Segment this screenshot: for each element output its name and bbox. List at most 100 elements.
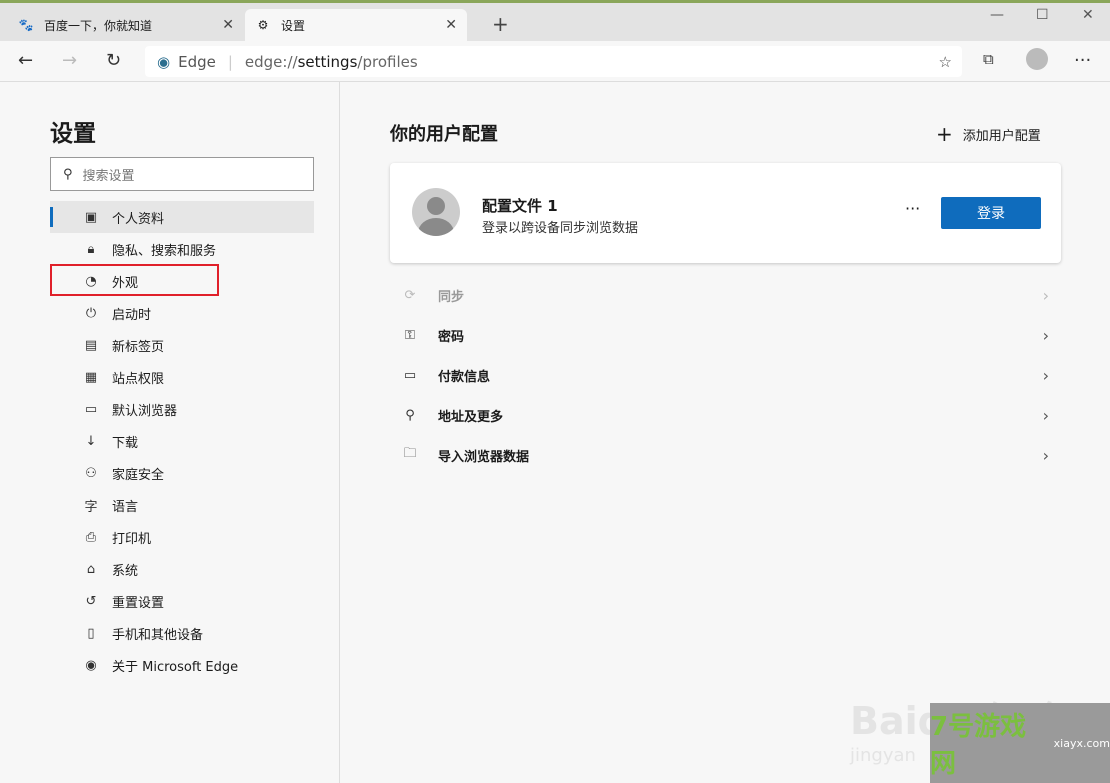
forward-button[interactable]: → <box>62 50 77 71</box>
search-icon: ⚲ <box>63 166 73 182</box>
site-permissions-icon: ▦ <box>84 369 98 385</box>
row-label: 付款信息 <box>438 369 491 385</box>
reset-icon: ↺ <box>85 593 97 609</box>
page-title: 你的用户配置 <box>390 124 498 145</box>
address-bar[interactable]: ◉ Edge | edge://settings/profiles ☆ <box>145 46 962 77</box>
printer-icon: ⎙ <box>85 529 97 545</box>
profile-name: 配置文件 1 <box>482 197 558 215</box>
search-settings-input[interactable]: ⚲ 搜索设置 <box>50 157 314 191</box>
profile-subtitle: 登录以跨设备同步浏览数据 <box>482 221 639 236</box>
close-window-button[interactable]: ✕ <box>1082 7 1094 23</box>
url-host: settings <box>297 52 358 71</box>
highlight-box <box>50 264 219 296</box>
favorite-star-icon[interactable]: ☆ <box>939 53 952 71</box>
card-icon: ▭ <box>403 367 417 383</box>
add-profile-button[interactable]: + 添加用户配置 <box>936 122 1041 146</box>
chevron-right-icon: › <box>1042 365 1049 385</box>
nav-label: 新标签页 <box>112 339 165 355</box>
row-addresses[interactable]: ⚲ 地址及更多 › <box>390 395 1061 435</box>
nav-label: 手机和其他设备 <box>112 627 204 643</box>
nav-label: 个人资料 <box>112 211 165 227</box>
sidebar-item-phone[interactable]: ▯ 手机和其他设备 <box>50 617 314 649</box>
address-divider: | <box>227 52 233 71</box>
sidebar-item-reset[interactable]: ↺ 重置设置 <box>50 585 314 617</box>
more-menu-button[interactable]: ··· <box>1074 50 1091 71</box>
refresh-button[interactable]: ↻ <box>106 50 121 71</box>
baidu-paw-icon: 🐾 <box>18 18 34 32</box>
sidebar-item-about[interactable]: ◉ 关于 Microsoft Edge <box>50 649 314 681</box>
site-watermark: 7号游戏网 xiayx.com <box>930 703 1110 783</box>
tab-bar: 🐾 百度一下，你就知道 ✕ ⚙ 设置 ✕ + — ☐ ✕ <box>0 3 1110 41</box>
sidebar-item-new-tab[interactable]: ▤ 新标签页 <box>50 329 314 361</box>
tab-settings[interactable]: ⚙ 设置 ✕ <box>245 9 467 41</box>
nav-label: 关于 Microsoft Edge <box>112 659 239 675</box>
sidebar-item-printers[interactable]: ⎙ 打印机 <box>50 521 314 553</box>
new-tab-button[interactable]: + <box>492 12 509 36</box>
language-icon: 字 <box>84 499 98 515</box>
add-profile-label: 添加用户配置 <box>962 128 1041 144</box>
nav-label: 站点权限 <box>112 371 165 387</box>
profile-card: 配置文件 1 登录以跨设备同步浏览数据 ··· 登录 <box>390 163 1061 263</box>
chevron-right-icon: › <box>1042 285 1049 305</box>
maximize-button[interactable]: ☐ <box>1036 7 1049 23</box>
collections-icon[interactable]: ⧉ <box>983 50 994 68</box>
sidebar-item-downloads[interactable]: ↓ 下载 <box>50 425 314 457</box>
nav-label: 隐私、搜索和服务 <box>112 243 217 259</box>
sync-icon: ⟳ <box>404 287 416 303</box>
close-tab-icon[interactable]: ✕ <box>445 17 457 33</box>
sidebar-item-family[interactable]: ⚇ 家庭安全 <box>50 457 314 489</box>
edge-icon: ◉ <box>85 657 97 673</box>
sidebar-item-site-permissions[interactable]: ▦ 站点权限 <box>50 361 314 393</box>
location-icon: ⚲ <box>405 407 415 423</box>
sidebar-item-profiles[interactable]: ▣ 个人资料 <box>50 201 314 233</box>
back-button[interactable]: ← <box>18 50 33 71</box>
search-placeholder: 搜索设置 <box>82 168 135 184</box>
profiles-page: 你的用户配置 + 添加用户配置 配置文件 1 登录以跨设备同步浏览数据 ··· 登… <box>341 82 1110 783</box>
profile-icon: ▣ <box>84 209 98 225</box>
nav-label: 默认浏览器 <box>112 403 178 419</box>
sign-in-button[interactable]: 登录 <box>941 197 1041 229</box>
power-icon: ⏻ <box>85 305 97 321</box>
row-passwords[interactable]: ⚿ 密码 › <box>390 315 1061 355</box>
download-icon: ↓ <box>85 433 97 449</box>
tab-label: 设置 <box>281 18 306 33</box>
plus-icon: + <box>936 122 953 146</box>
close-tab-icon[interactable]: ✕ <box>222 17 234 33</box>
address-brand: Edge <box>178 52 216 71</box>
nav-label: 打印机 <box>112 531 152 547</box>
site-watermark-text: 7号游戏网 <box>930 712 1027 779</box>
url-path: /profiles <box>357 52 418 71</box>
lock-icon: 🔒︎ <box>87 241 95 257</box>
system-icon: ⌂ <box>86 561 96 577</box>
sidebar-item-startup[interactable]: ⏻ 启动时 <box>50 297 314 329</box>
sidebar-item-privacy[interactable]: 🔒︎ 隐私、搜索和服务 <box>50 233 314 265</box>
tab-label: 百度一下，你就知道 <box>44 18 153 33</box>
row-import[interactable]: 🗀︎ 导入浏览器数据 › <box>390 435 1061 475</box>
row-label: 导入浏览器数据 <box>438 449 530 465</box>
edge-icon: ◉ <box>157 52 171 71</box>
import-icon: 🗀︎ <box>403 446 417 461</box>
settings-title: 设置 <box>50 121 96 147</box>
sidebar-item-languages[interactable]: 字语言 <box>50 489 314 521</box>
nav-label: 家庭安全 <box>112 467 165 483</box>
row-label: 同步 <box>438 289 465 305</box>
row-label: 密码 <box>438 329 465 345</box>
gear-icon: ⚙ <box>257 18 269 32</box>
key-icon: ⚿ <box>405 327 415 343</box>
avatar <box>412 188 460 236</box>
profile-avatar-button[interactable] <box>1026 48 1048 70</box>
phone-icon: ▯ <box>87 625 95 641</box>
family-icon: ⚇ <box>85 465 97 481</box>
row-payment[interactable]: ▭ 付款信息 › <box>390 355 1061 395</box>
tab-baidu[interactable]: 🐾 百度一下，你就知道 ✕ <box>8 9 244 41</box>
sidebar-item-default-browser[interactable]: ▭ 默认浏览器 <box>50 393 314 425</box>
chevron-right-icon: › <box>1042 325 1049 345</box>
sidebar-item-system[interactable]: ⌂ 系统 <box>50 553 314 585</box>
chevron-right-icon: › <box>1042 405 1049 425</box>
nav-label: 语言 <box>112 499 139 515</box>
nav-label: 系统 <box>112 563 139 579</box>
minimize-button[interactable]: — <box>990 7 1004 23</box>
row-sync[interactable]: ⟳ 同步 › <box>390 275 1061 315</box>
profile-more-button[interactable]: ··· <box>905 199 920 218</box>
settings-sidebar: 设置 ⚲ 搜索设置 ▣ 个人资料 🔒︎ 隐私、搜索和服务 ◔ 外观 ⏻ 启动时 ▤ 新标签… <box>0 82 340 783</box>
